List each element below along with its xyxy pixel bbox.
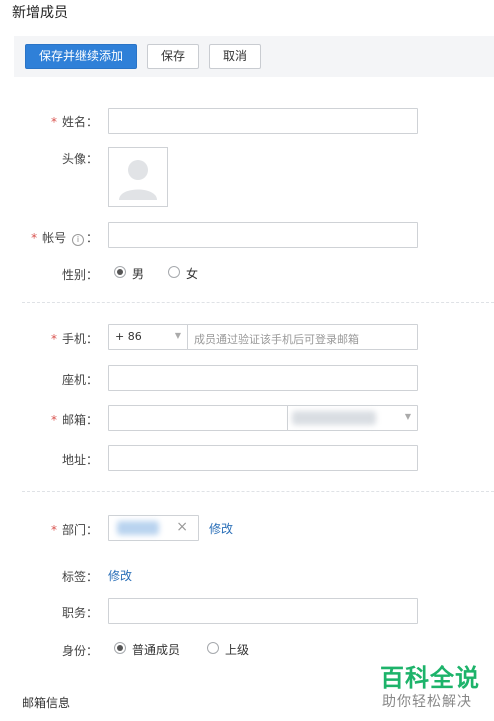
name-input[interactable]: [108, 108, 418, 134]
email-label: * 邮箱：: [50, 413, 98, 427]
close-icon[interactable]: ×: [176, 519, 188, 535]
required-mark: *: [31, 231, 38, 245]
account-label: * 帐号 i：: [31, 231, 98, 246]
person-silhouette-icon: [109, 148, 167, 206]
department-label: * 部门：: [50, 523, 98, 537]
avatar-upload[interactable]: [108, 147, 168, 207]
tags-label: 标签：: [61, 570, 98, 584]
phone-placeholder: 成员通过验证该手机后可登录邮箱: [194, 333, 359, 346]
identity-superior-label: 上级: [225, 643, 250, 657]
phone-code-select[interactable]: + 86 ▼: [108, 324, 188, 350]
caret-down-icon: ▼: [174, 331, 181, 340]
cancel-button[interactable]: 取消: [209, 44, 261, 69]
identity-superior-radio[interactable]: [207, 642, 219, 654]
required-mark: *: [50, 413, 57, 427]
gender-label: 性别：: [61, 268, 98, 282]
required-mark: *: [50, 332, 57, 346]
watermark-logo: 百科全说: [380, 664, 480, 692]
phone-input[interactable]: 成员通过验证该手机后可登录邮箱: [187, 324, 418, 350]
phone-label: * 手机：: [50, 332, 98, 346]
redacted-domain: [292, 411, 376, 425]
name-label: * 姓名：: [50, 115, 98, 129]
toolbar: 保存并继续添加 保存 取消: [14, 36, 494, 77]
email-input[interactable]: [108, 405, 288, 431]
address-label: 地址：: [61, 453, 98, 467]
position-label: 职务：: [61, 606, 98, 620]
info-circle-icon[interactable]: i: [71, 234, 84, 246]
department-edit-link[interactable]: 修改: [209, 520, 233, 537]
landline-label: 座机：: [61, 373, 98, 387]
landline-input[interactable]: [108, 365, 418, 391]
avatar-label: 头像：: [61, 152, 98, 166]
position-input[interactable]: [108, 598, 418, 624]
address-input[interactable]: [108, 445, 418, 471]
section-heading-mailbox-info: 邮箱信息: [22, 696, 71, 710]
gender-female-radio[interactable]: [168, 266, 180, 278]
gender-male-radio[interactable]: [114, 266, 126, 278]
identity-label: 身份：: [61, 644, 98, 658]
gender-female-label: 女: [186, 267, 199, 281]
section-divider: [22, 491, 494, 492]
save-continue-button[interactable]: 保存并继续添加: [25, 44, 137, 69]
required-mark: *: [50, 523, 57, 537]
redacted-department: [117, 521, 159, 535]
gender-male-label: 男: [132, 267, 145, 281]
page-title: 新增成员: [12, 5, 68, 21]
save-button[interactable]: 保存: [147, 44, 199, 69]
watermark-subtitle: 助你轻松解决: [382, 694, 472, 710]
identity-member-label: 普通成员: [132, 643, 181, 657]
account-input[interactable]: [108, 222, 418, 248]
identity-member-radio[interactable]: [114, 642, 126, 654]
tags-edit-link[interactable]: 修改: [108, 567, 132, 584]
phone-code-value: + 86: [115, 330, 142, 343]
email-domain-select[interactable]: ▼: [287, 405, 418, 431]
caret-down-icon: ▼: [404, 412, 411, 421]
department-tag[interactable]: ×: [108, 515, 199, 541]
required-mark: *: [50, 115, 57, 129]
section-divider: [22, 302, 494, 303]
